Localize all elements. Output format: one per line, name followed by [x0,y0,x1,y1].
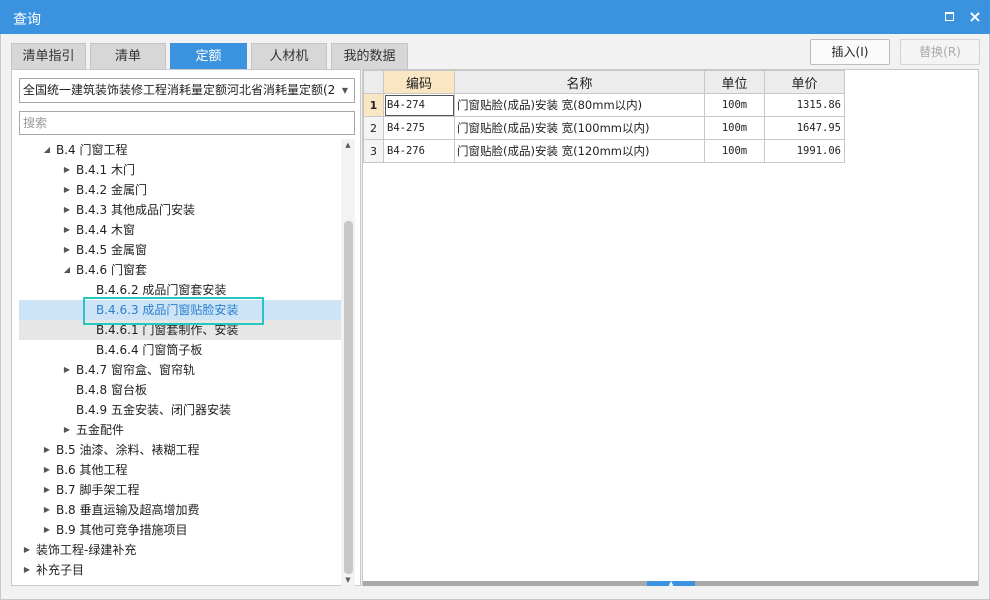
row-index: 1 [363,93,384,117]
column-header-unit[interactable]: 单位 [704,70,765,94]
table-row[interactable]: 3 B4-276 门窗贴脸(成品)安装 宽(120mm以内) 100m 1991… [363,139,845,163]
tree-item[interactable]: ▶ B.4.7 窗帘盒、窗帘轨 [19,360,342,380]
tree-item[interactable]: B.4.6.4 门窗筒子板 [19,340,342,360]
title-bar: 查询 × [0,0,990,34]
collapsed-arrow-icon[interactable]: ▶ [62,200,72,220]
quota-grid-panel: 编码 名称 单位 单价 1 B4-274 门窗贴脸(成品)安装 宽(80mm以内… [362,69,979,587]
close-icon[interactable]: × [966,8,984,26]
tree-item[interactable]: ▶ B.4.3 其他成品门安装 [19,200,342,220]
cell-price[interactable]: 1315.86 [764,93,845,117]
cell-name[interactable]: 门窗贴脸(成品)安装 宽(120mm以内) [454,139,705,163]
collapsed-arrow-icon[interactable]: ▶ [62,360,72,380]
tree-item[interactable]: ◢ B.4.6 门窗套 [19,260,342,280]
collapsed-arrow-icon[interactable]: ▶ [62,240,72,260]
tree-item[interactable]: ▶ B.5 油漆、涂料、裱糊工程 [19,440,342,460]
tree-item[interactable]: ▶ 补充子目 [19,560,342,580]
collapsed-arrow-icon[interactable]: ▶ [22,540,32,560]
tab-labor-material-machine[interactable]: 人材机 [251,43,327,69]
cell-name[interactable]: 门窗贴脸(成品)安装 宽(80mm以内) [454,93,705,117]
chevron-down-icon[interactable]: ▼ [336,79,354,102]
tree-item[interactable]: ▶ B.9 其他可竞争措施项目 [19,520,342,540]
splitter-grip-icon[interactable]: ▲ [647,581,695,587]
tree-item[interactable]: ▶ 五金配件 [19,420,342,440]
scrollbar-thumb[interactable] [344,221,353,574]
tree-item[interactable]: ▶ B.4.1 木门 [19,160,342,180]
tree-item[interactable]: ▶ B.8 垂直运输及超高增加费 [19,500,342,520]
tab-bill[interactable]: 清单 [90,43,166,69]
table-row[interactable]: 1 B4-274 门窗贴脸(成品)安装 宽(80mm以内) 100m 1315.… [363,93,845,117]
collapsed-arrow-icon[interactable]: ▶ [62,220,72,240]
tree-item[interactable]: ▶ B.4.4 木窗 [19,220,342,240]
tree-item[interactable]: ▶ 装饰工程-绿建补充 [19,540,342,560]
column-header-price[interactable]: 单价 [764,70,845,94]
cell-code[interactable]: B4-274 [383,93,455,117]
tree-scrollbar[interactable]: ▲ ▼ [341,139,355,586]
collapsed-arrow-icon[interactable]: ▶ [62,420,72,440]
row-index: 3 [363,139,384,163]
selection-highlight-box [83,297,264,325]
tree-item[interactable]: ◢ B.4 门窗工程 [19,140,342,160]
scroll-down-icon[interactable]: ▼ [341,574,355,586]
collapsed-arrow-icon[interactable]: ▶ [42,440,52,460]
tab-quota[interactable]: 定额 [170,43,247,69]
tab-my-data[interactable]: 我的数据 [331,43,408,69]
cell-code[interactable]: B4-276 [383,139,455,163]
cell-unit[interactable]: 100m [704,116,765,140]
column-header-index [363,70,384,94]
collapsed-arrow-icon[interactable]: ▶ [62,180,72,200]
expanded-arrow-icon[interactable]: ◢ [42,140,52,160]
collapsed-arrow-icon[interactable]: ▶ [42,520,52,540]
tree-item[interactable]: ▶ B.4.2 金属门 [19,180,342,200]
tab-list-guide[interactable]: 清单指引 [11,43,86,69]
replace-button[interactable]: 替换(R) [900,39,980,65]
panel-splitter[interactable]: ▲ [363,581,978,587]
expanded-arrow-icon[interactable]: ◢ [62,260,72,280]
tree-item[interactable]: ▶ B.7 脚手架工程 [19,480,342,500]
collapsed-arrow-icon[interactable]: ▶ [42,480,52,500]
collapsed-arrow-icon[interactable]: ▶ [42,460,52,480]
left-panel: 全国统一建筑装饰装修工程消耗量定额河北省消耗量定额(20 ▼ ◢B.4 门窗工程… [11,69,361,586]
tree-item[interactable]: B.4.8 窗台板 [19,380,342,400]
quota-table: 编码 名称 单位 单价 1 B4-274 门窗贴脸(成品)安装 宽(80mm以内… [363,70,845,163]
search-input[interactable] [19,111,355,135]
cell-price[interactable]: 1991.06 [764,139,845,163]
cell-code[interactable]: B4-275 [383,116,455,140]
column-header-name[interactable]: 名称 [454,70,705,94]
maximize-icon[interactable] [940,8,958,26]
cell-unit[interactable]: 100m [704,139,765,163]
tree-item[interactable]: ▶ B.6 其他工程 [19,460,342,480]
collapsed-arrow-icon[interactable]: ▶ [42,500,52,520]
table-header-row: 编码 名称 单位 单价 [363,70,845,94]
window-title: 查询 [13,12,41,28]
column-header-code[interactable]: 编码 [383,70,455,94]
library-select-value: 全国统一建筑装饰装修工程消耗量定额河北省消耗量定额(20 [23,83,343,97]
cell-name[interactable]: 门窗贴脸(成品)安装 宽(100mm以内) [454,116,705,140]
collapsed-arrow-icon[interactable]: ▶ [22,560,32,580]
cell-unit[interactable]: 100m [704,93,765,117]
insert-button[interactable]: 插入(I) [810,39,890,65]
row-index: 2 [363,116,384,140]
tree-item[interactable]: ▶ B.4.5 金属窗 [19,240,342,260]
cell-price[interactable]: 1647.95 [764,116,845,140]
library-select[interactable]: 全国统一建筑装饰装修工程消耗量定额河北省消耗量定额(20 ▼ [19,78,355,103]
scroll-up-icon[interactable]: ▲ [341,139,355,151]
tree-item[interactable]: B.4.9 五金安装、闭门器安装 [19,400,342,420]
table-row[interactable]: 2 B4-275 门窗贴脸(成品)安装 宽(100mm以内) 100m 1647… [363,116,845,140]
category-tree: ◢ B.4 门窗工程 ▶ B.4.1 木门 ▶ B.4.2 金属门 ▶ B.4.3 其他… [19,140,342,586]
collapsed-arrow-icon[interactable]: ▶ [62,160,72,180]
